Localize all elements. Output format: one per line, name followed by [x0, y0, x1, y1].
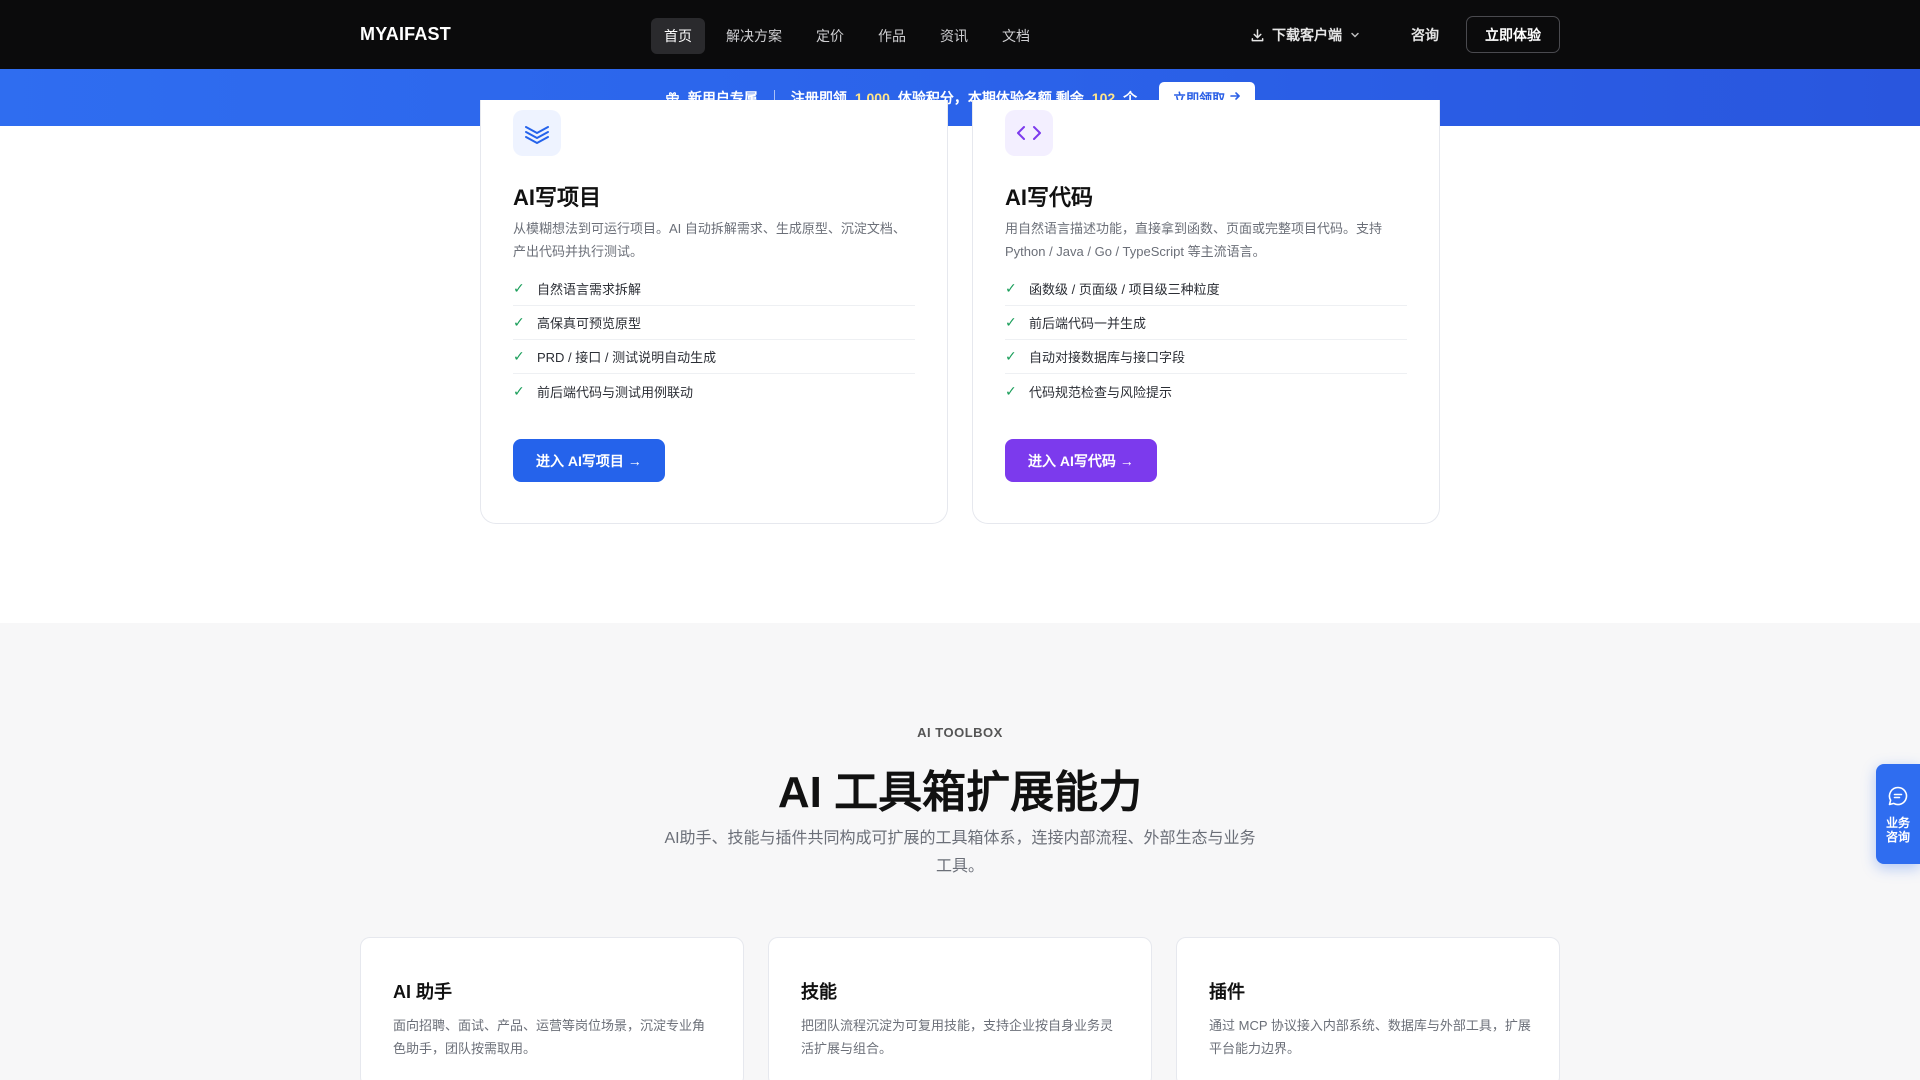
promo-banner: 新用户专属 注册即领 1,000 体验积分，本期体验名额 剩余 102 个 立即…: [0, 69, 1920, 126]
list-item: ✓ 自动对接数据库与接口字段: [1005, 340, 1407, 374]
section-title: AI 工具箱扩展能力: [777, 768, 1143, 817]
toolbox-section: AI TOOLBOX AI 工具箱扩展能力 AI助手、技能与插件共同构成可扩展的…: [0, 623, 1920, 1080]
try-now-button[interactable]: 立即体验: [1466, 16, 1560, 53]
feature-label: 高保真可预览原型: [537, 316, 642, 331]
check-icon: ✓: [1005, 382, 1017, 399]
feature-label: 自然语言需求拆解: [537, 282, 642, 297]
feature-list: ✓ 自然语言需求拆解 ✓ 高保真可预览原型 ✓ PRD / 接口 / 测试说明自动生成…: [513, 272, 915, 408]
download-icon: [1250, 28, 1265, 43]
enter-ai-project-button[interactable]: 进入 AI写项目 →: [513, 439, 665, 482]
feature-list: ✓ 函数级 / 页面级 / 项目级三种粒度 ✓ 前后端代码一并生成 ✓ 自动对接数据库…: [1005, 272, 1407, 408]
consult-link[interactable]: 咨询: [1411, 25, 1439, 45]
list-item: ✓ 前后端代码与测试用例联动: [513, 374, 915, 408]
layers-icon: [513, 110, 561, 156]
download-client-button[interactable]: 下载客户端: [1250, 25, 1361, 45]
card-title: AI写项目: [513, 185, 602, 210]
tool-card-description: 面向招聘、面试、产品、运营等岗位场景，沉淀专业角色助手，团队按需取用。: [393, 1018, 706, 1056]
chevron-down-icon: [1349, 29, 1361, 41]
section-subtitle: AI助手、技能与插件共同构成可扩展的工具箱体系，连接内部流程、外部生态与业务工具…: [664, 830, 1256, 875]
check-icon: ✓: [1005, 348, 1017, 364]
tool-card-description: 通过 MCP 协议接入内部系统、数据库与外部工具，扩展平台能力边界。: [1209, 1018, 1531, 1056]
download-client-label: 下载客户端: [1272, 27, 1342, 43]
tool-card-title: AI 助手: [393, 982, 453, 1002]
nav-link-home[interactable]: 首页: [651, 18, 705, 54]
section-eyebrow: AI TOOLBOX: [917, 725, 1003, 740]
tool-card-title: 技能: [801, 982, 837, 1002]
business-consult-float-button[interactable]: 业务咨询: [1876, 764, 1920, 864]
tool-card-title: 插件: [1209, 982, 1245, 1002]
code-icon: [1005, 110, 1053, 156]
tool-card-plugins[interactable]: 插件 通过 MCP 协议接入内部系统、数据库与外部工具，扩展平台能力边界。: [1176, 937, 1560, 1080]
check-icon: ✓: [513, 314, 525, 330]
tool-card-description: 把团队流程沉淀为可复用技能，支持企业按自身业务灵活扩展与组合。: [801, 1018, 1114, 1056]
list-item: ✓ 高保真可预览原型: [513, 306, 915, 340]
logo[interactable]: MYAIFAST: [360, 24, 451, 45]
nav-link-docs[interactable]: 文档: [989, 18, 1043, 54]
list-item: ✓ 函数级 / 页面级 / 项目级三种粒度: [1005, 272, 1407, 306]
tool-card-skills[interactable]: 技能 把团队流程沉淀为可复用技能，支持企业按自身业务灵活扩展与组合。: [768, 937, 1152, 1080]
feature-card-ai-code: AI写代码 用自然语言描述功能，直接拿到函数、页面或完整项目代码。支持 Pyth…: [972, 100, 1440, 524]
feature-label: 前后端代码一并生成: [1029, 316, 1147, 331]
list-item: ✓ PRD / 接口 / 测试说明自动生成: [513, 340, 915, 374]
enter-ai-code-button[interactable]: 进入 AI写代码 →: [1005, 439, 1157, 482]
chat-icon: [1887, 785, 1909, 810]
check-icon: ✓: [513, 382, 525, 399]
check-icon: ✓: [1005, 314, 1017, 330]
check-icon: ✓: [1005, 280, 1017, 296]
feature-card-ai-project: AI写项目 从模糊想法到可运行项目。AI 自动拆解需求、生成原型、沉淀文档、产出…: [480, 100, 948, 524]
nav-link-pricing[interactable]: 定价: [803, 18, 857, 54]
card-description: 用自然语言描述功能，直接拿到函数、页面或完整项目代码。支持 Python / J…: [1005, 221, 1383, 259]
check-icon: ✓: [513, 348, 525, 364]
feature-label: 函数级 / 页面级 / 项目级三种粒度: [1029, 282, 1220, 297]
check-icon: ✓: [513, 280, 525, 296]
feature-label: 自动对接数据库与接口字段: [1029, 350, 1186, 365]
float-consult-label: 业务咨询: [1885, 815, 1910, 844]
top-navbar: MYAIFAST 首页 解决方案 定价 作品 资讯 文档 下载客户端 咨询 立即…: [0, 0, 1920, 69]
card-title: AI写代码: [1005, 185, 1094, 210]
nav-link-solutions[interactable]: 解决方案: [713, 18, 795, 54]
list-item: ✓ 代码规范检查与风险提示: [1005, 374, 1407, 408]
feature-label: 前后端代码与测试用例联动: [537, 384, 694, 400]
list-item: ✓ 前后端代码一并生成: [1005, 306, 1407, 340]
nav-link-news[interactable]: 资讯: [927, 18, 981, 54]
nav-link-works[interactable]: 作品: [865, 18, 919, 54]
feature-label: PRD / 接口 / 测试说明自动生成: [537, 350, 717, 365]
tool-card-assistant[interactable]: AI 助手 面向招聘、面试、产品、运营等岗位场景，沉淀专业角色助手，团队按需取用…: [360, 937, 744, 1080]
list-item: ✓ 自然语言需求拆解: [513, 272, 915, 306]
card-description: 从模糊想法到可运行项目。AI 自动拆解需求、生成原型、沉淀文档、产出代码并执行测…: [513, 221, 906, 259]
nav-links: 首页 解决方案 定价 作品 资讯 文档: [651, 18, 1043, 54]
feature-label: 代码规范检查与风险提示: [1029, 384, 1173, 400]
